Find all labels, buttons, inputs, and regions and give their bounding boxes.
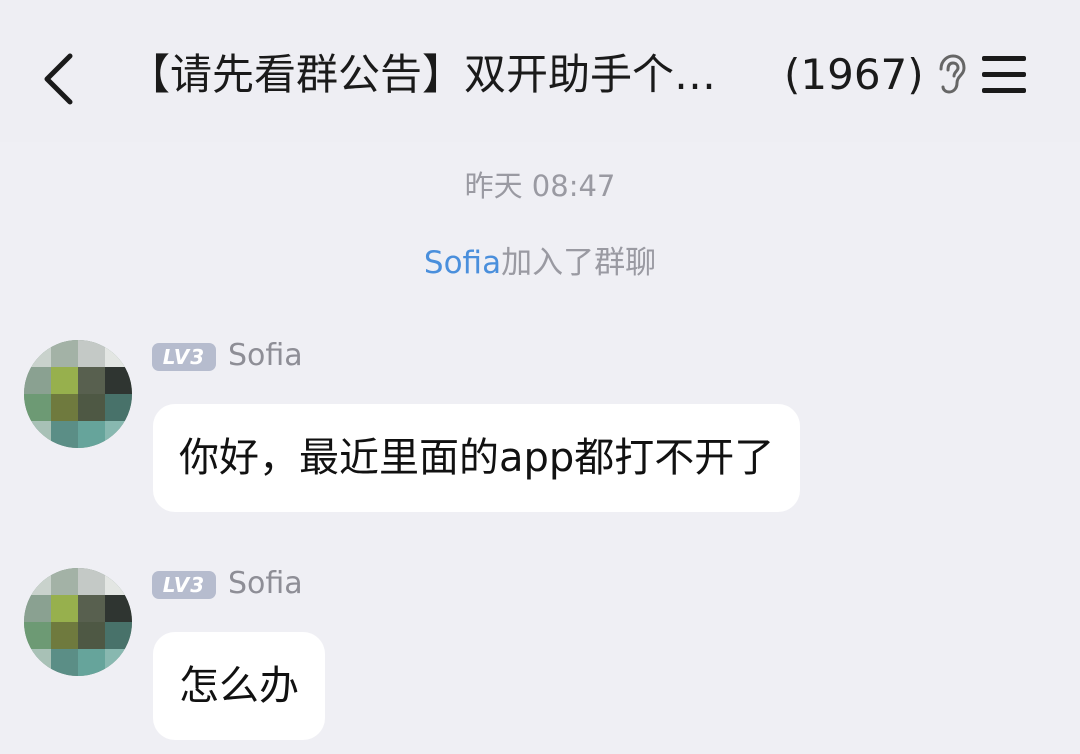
level-badge: LV3: [152, 571, 216, 599]
avatar[interactable]: [24, 340, 132, 448]
member-count: (1967): [784, 50, 924, 99]
system-join-notice: Sofia加入了群聊: [0, 242, 1080, 284]
level-badge: LV3: [152, 343, 216, 371]
ear-icon: [939, 54, 966, 94]
avatar-image: [24, 340, 132, 448]
message-bubble[interactable]: 怎么办: [153, 632, 325, 740]
message-bubble[interactable]: 你好，最近里面的app都打不开了: [153, 404, 801, 512]
chevron-left-icon: [44, 53, 73, 105]
sender-name[interactable]: Sofia: [228, 334, 303, 378]
avatar-image: [24, 568, 132, 676]
hamburger-menu-icon: [982, 56, 1026, 93]
joined-user-link[interactable]: Sofia: [424, 245, 501, 281]
sender-name[interactable]: Sofia: [228, 562, 303, 606]
back-button[interactable]: [30, 44, 86, 106]
join-notice-text: 加入了群聊: [501, 245, 657, 281]
message-timestamp: 昨天 08:47: [464, 169, 616, 203]
avatar[interactable]: [24, 568, 132, 676]
chat-header: 【请先看群公告】双开助手个… (1967): [0, 0, 1080, 142]
group-title[interactable]: 【请先看群公告】双开助手个…: [128, 44, 748, 106]
menu-button[interactable]: [980, 52, 1030, 98]
